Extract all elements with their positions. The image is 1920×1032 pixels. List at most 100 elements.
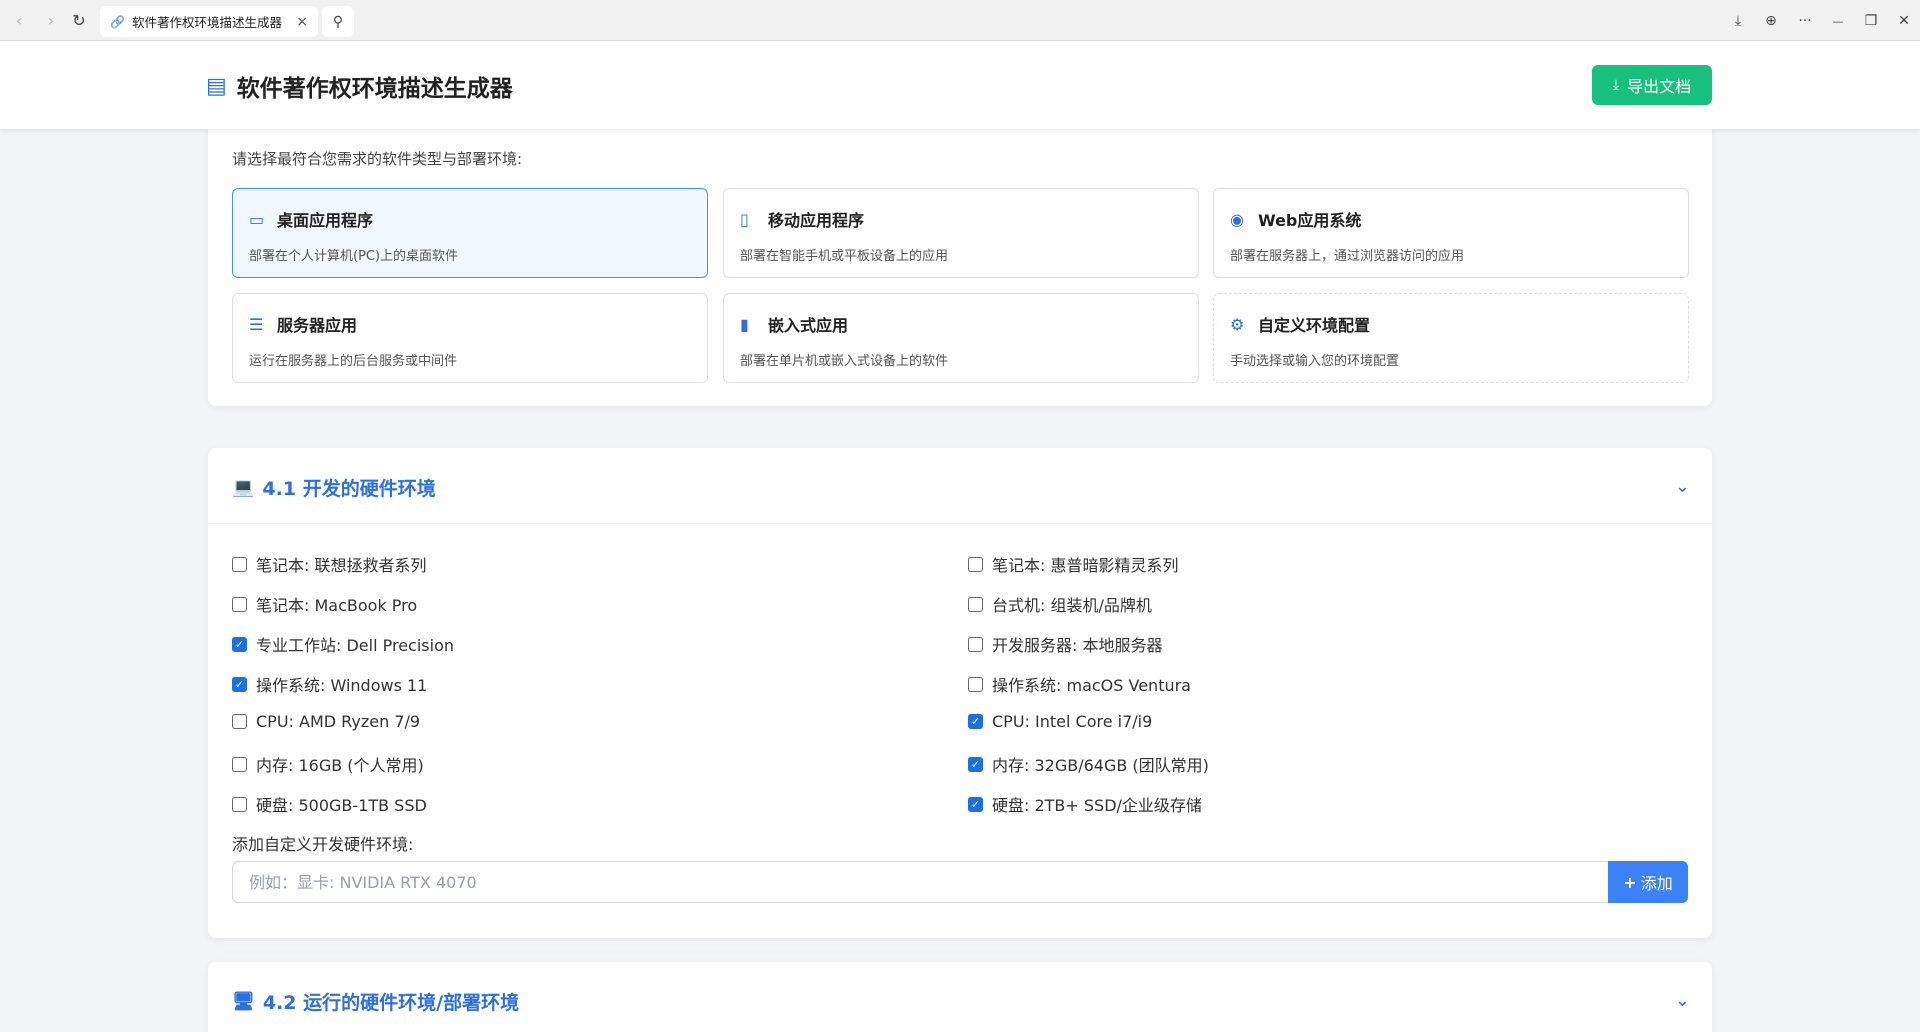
browser-tab[interactable]: 🔗 软件著作权环境描述生成器 ×	[100, 6, 318, 37]
checkbox[interactable]	[232, 596, 247, 612]
add-label: 添加	[1640, 874, 1673, 893]
section-title: 4.1 开发的硬件环境	[262, 478, 436, 500]
mobile-icon: ▯	[740, 209, 749, 229]
checkbox[interactable]	[968, 676, 983, 692]
type-server[interactable]: ☰ 服务器应用 运行在服务器上的后台服务或中间件	[232, 293, 708, 383]
download-button[interactable]: ⤓	[1727, 10, 1749, 32]
restore-icon: ❐	[1864, 13, 1878, 29]
section-header[interactable]: 💻 4.1 开发的硬件环境	[232, 474, 436, 501]
checkbox[interactable]	[968, 596, 983, 612]
hw-option[interactable]: ✓ CPU: Intel Core i7/i9	[968, 712, 1152, 731]
download-icon: ⤓	[1734, 13, 1742, 29]
type-title: Web应用系统	[1258, 211, 1362, 230]
custom-hw-label: 添加自定义开发硬件环境:	[232, 835, 414, 854]
hw-option[interactable]: 笔记本: MacBook Pro	[232, 592, 417, 616]
forward-icon: ›	[47, 10, 55, 30]
window-close-icon: ✕	[1898, 13, 1910, 29]
more-button[interactable]: ···	[1794, 10, 1816, 32]
hw-option[interactable]: 操作系统: macOS Ventura	[968, 672, 1191, 696]
dev-hardware-card: 💻 4.1 开发的硬件环境 ⌄ 笔记本: 联想拯救者系列 笔记本: MacBook…	[208, 448, 1712, 938]
hw-option[interactable]: ✓ 专业工作站: Dell Precision	[232, 632, 454, 656]
type-title: 自定义环境配置	[1258, 316, 1371, 335]
globe-button[interactable]: ⊕	[1760, 10, 1782, 32]
hw-option[interactable]: 开发服务器: 本地服务器	[968, 632, 1162, 656]
hw-option[interactable]: CPU: AMD Ryzen 7/9	[232, 712, 420, 731]
hw-option-label: 台式机: 组装机/品牌机	[992, 596, 1152, 615]
minimize-icon: —	[1832, 14, 1844, 28]
browser-toolbar: ‹ › ↻ 🔗 软件著作权环境描述生成器 × ⚲ ⤓ ⊕ ··· — ❐ ✕	[0, 0, 1920, 41]
download-icon: ⤓	[1612, 77, 1620, 93]
monitor-icon: ▭	[249, 209, 265, 229]
app-title-group: ▤ 软件著作权环境描述生成器	[206, 69, 513, 103]
hw-option[interactable]: 内存: 16GB (个人常用)	[232, 752, 424, 776]
checkbox-checked[interactable]: ✓	[232, 676, 247, 692]
chip-icon: ▮	[740, 314, 749, 334]
type-embedded[interactable]: ▮ 嵌入式应用 部署在单片机或嵌入式设备上的软件	[723, 293, 1199, 383]
hw-option-label: 笔记本: MacBook Pro	[256, 596, 418, 615]
type-mobile[interactable]: ▯ 移动应用程序 部署在智能手机或平板设备上的应用	[723, 188, 1199, 278]
hw-option[interactable]: ✓ 内存: 32GB/64GB (团队常用)	[968, 752, 1209, 776]
app-header: ▤ 软件著作权环境描述生成器 ⤓ 导出文档	[0, 41, 1920, 129]
type-desktop[interactable]: ▭ 桌面应用程序 部署在个人计算机(PC)上的桌面软件	[232, 188, 708, 278]
window-close-button[interactable]: ✕	[1893, 10, 1915, 32]
type-desc: 部署在智能手机或平板设备上的应用	[740, 249, 949, 264]
type-custom[interactable]: ⚙ 自定义环境配置 手动选择或输入您的环境配置	[1213, 293, 1689, 383]
forward-button[interactable]: ›	[40, 9, 62, 31]
type-prompt: 请选择最符合您需求的软件类型与部署环境:	[232, 150, 523, 168]
hw-option-label: 硬盘: 2TB+ SSD/企业级存储	[992, 796, 1202, 815]
chevron-down-icon[interactable]: ⌄	[1675, 476, 1690, 497]
desktop-icon: 🖥	[232, 991, 255, 1012]
checkbox-checked[interactable]: ✓	[232, 636, 247, 652]
type-web[interactable]: ◉ Web应用系统 部署在服务器上，通过浏览器访问的应用	[1213, 188, 1689, 278]
document-icon: ▤	[206, 73, 227, 99]
search-icon: ⚲	[332, 13, 344, 30]
export-label: 导出文档	[1627, 77, 1692, 96]
software-type-card: 请选择最符合您需求的软件类型与部署环境: ▭ 桌面应用程序 部署在个人计算机(PC…	[208, 118, 1712, 406]
back-button[interactable]: ‹	[8, 9, 30, 31]
reload-button[interactable]: ↻	[68, 9, 90, 31]
page-title: 软件著作权环境描述生成器	[236, 76, 513, 102]
reload-icon: ↻	[72, 10, 86, 30]
search-tab-button[interactable]: ⚲	[322, 6, 354, 37]
chevron-down-icon[interactable]: ⌄	[1675, 990, 1690, 1011]
hw-option[interactable]: 笔记本: 联想拯救者系列	[232, 552, 426, 576]
type-desc: 手动选择或输入您的环境配置	[1230, 354, 1400, 369]
hw-option-label: 专业工作站: Dell Precision	[256, 636, 455, 655]
divider	[208, 523, 1712, 524]
checkbox[interactable]	[232, 556, 247, 572]
minimize-button[interactable]: —	[1827, 10, 1849, 32]
checkbox[interactable]	[968, 636, 983, 652]
checkbox[interactable]	[232, 756, 247, 772]
tab-title: 软件著作权环境描述生成器	[132, 15, 283, 30]
add-button[interactable]: + 添加	[1608, 861, 1688, 903]
checkbox-checked[interactable]: ✓	[968, 756, 983, 772]
restore-button[interactable]: ❐	[1860, 10, 1882, 32]
hw-option-label: 笔记本: 联想拯救者系列	[256, 556, 427, 575]
export-button[interactable]: ⤓ 导出文档	[1592, 65, 1712, 105]
plus-icon: +	[1623, 872, 1637, 892]
checkbox[interactable]	[232, 714, 247, 729]
type-desc: 部署在服务器上，通过浏览器访问的应用	[1230, 249, 1465, 264]
checkbox[interactable]	[968, 556, 983, 572]
section-title: 4.2 运行的硬件环境/部署环境	[262, 992, 520, 1014]
hw-option[interactable]: 硬盘: 500GB-1TB SSD	[232, 792, 427, 816]
hw-option[interactable]: ✓ 硬盘: 2TB+ SSD/企业级存储	[968, 792, 1202, 816]
tab-close-icon[interactable]: ×	[296, 14, 308, 30]
hw-option-label: 笔记本: 惠普暗影精灵系列	[992, 556, 1179, 575]
checkbox-checked[interactable]: ✓	[968, 796, 983, 812]
hw-option-label: 硬盘: 500GB-1TB SSD	[256, 796, 427, 815]
type-title: 服务器应用	[277, 316, 358, 335]
hw-option-label: 开发服务器: 本地服务器	[992, 636, 1163, 655]
more-icon: ···	[1798, 13, 1812, 29]
custom-hw-input[interactable]	[232, 861, 1616, 903]
link-icon: 🔗	[110, 14, 125, 29]
section-header[interactable]: 🖥 4.2 运行的硬件环境/部署环境	[232, 988, 519, 1015]
hw-option[interactable]: 笔记本: 惠普暗影精灵系列	[968, 552, 1178, 576]
laptop-icon: 💻	[232, 477, 255, 498]
hw-option-label: 操作系统: macOS Ventura	[992, 676, 1191, 695]
hw-option[interactable]: ✓ 操作系统: Windows 11	[232, 672, 427, 696]
checkbox[interactable]	[232, 796, 247, 812]
hw-option[interactable]: 台式机: 组装机/品牌机	[968, 592, 1152, 616]
checkbox-checked[interactable]: ✓	[968, 714, 983, 729]
globe-icon: ◉	[1230, 209, 1244, 229]
